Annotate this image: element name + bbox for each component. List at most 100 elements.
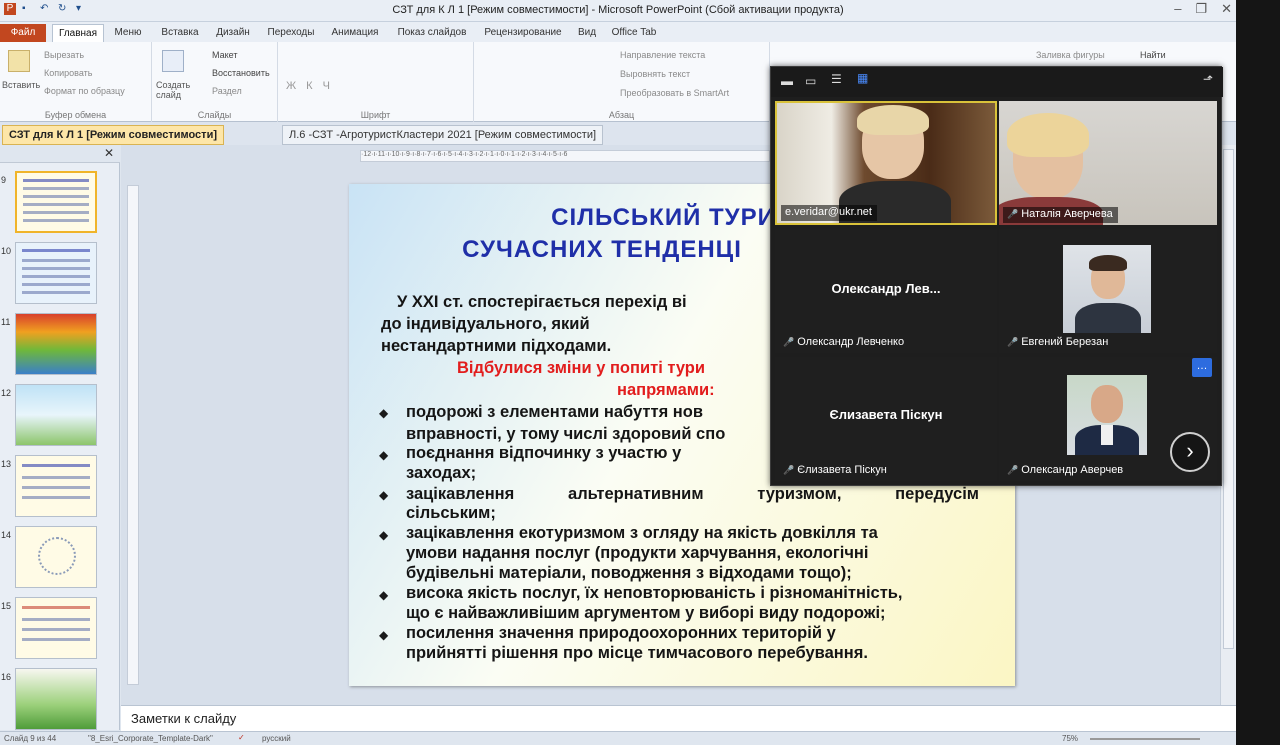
paragraph-group-label: Абзац xyxy=(608,110,635,120)
bullet-6-line2: прийнятті рішення про місце тимчасового … xyxy=(406,644,868,662)
more-options-button[interactable]: … xyxy=(1192,358,1212,377)
reset-button[interactable]: Восстановить xyxy=(212,68,270,78)
tab-animation[interactable]: Анимация xyxy=(326,24,384,42)
tab-slideshow[interactable]: Показ слайдов xyxy=(390,24,474,42)
video-tile[interactable]: Олександр Лев... 🎤 Олександр Левченко xyxy=(775,229,997,353)
close-pane-icon[interactable]: ✕ xyxy=(104,146,114,160)
thumbnails-header: ✕ xyxy=(0,145,120,163)
video-tile[interactable]: 🎤 Наталія Аверчева xyxy=(999,101,1217,225)
minimize-icon[interactable]: – xyxy=(1174,1,1181,17)
participant-name: Олександр Левченко xyxy=(797,336,905,348)
next-page-button[interactable]: › xyxy=(1170,432,1210,472)
tab-review[interactable]: Рецензирование xyxy=(480,24,566,42)
close-window-icon[interactable]: ✕ xyxy=(1221,1,1232,17)
minimize-view-icon[interactable]: ▬ xyxy=(781,74,793,88)
participant-display-name: Єлизавета Піскун xyxy=(829,407,943,422)
cut-button[interactable]: Вырезать xyxy=(44,50,84,60)
layout-button[interactable]: Макет xyxy=(212,50,237,60)
strip-view-icon[interactable]: ▭ xyxy=(805,74,816,88)
shape-fill-button[interactable]: Заливка фигуры xyxy=(1036,50,1105,60)
fullscreen-icon[interactable]: ⬏ xyxy=(1203,72,1213,86)
participant-name: Наталія Аверчева xyxy=(1021,208,1113,220)
tab-transitions[interactable]: Переходы xyxy=(262,24,320,42)
thumb-number: 15 xyxy=(1,601,12,611)
participant-name: Олександр Аверчев xyxy=(1021,464,1124,476)
intro-line2: до індивідуального, який xyxy=(381,315,590,333)
muted-mic-icon: 🎤 xyxy=(1007,465,1019,475)
speaker-view-icon[interactable]: ☰ xyxy=(831,72,842,86)
slide-thumbnail[interactable] xyxy=(15,526,97,588)
intro-line3: нестандартними підходами. xyxy=(381,337,612,355)
font-group: ЖКЧ Шрифт xyxy=(278,42,474,122)
tab-home[interactable]: Главная xyxy=(52,24,104,42)
vertical-scrollbar[interactable] xyxy=(1220,145,1236,705)
bullet-icon: ◆ xyxy=(379,406,389,420)
zoom-level[interactable]: 75% xyxy=(1062,734,1078,743)
bullet-icon: ◆ xyxy=(379,588,389,602)
scrollbar-thumb[interactable] xyxy=(1223,149,1234,649)
tab-design[interactable]: Дизайн xyxy=(210,24,256,42)
slide-thumbnail[interactable] xyxy=(15,384,97,446)
slide-thumbnail[interactable] xyxy=(15,455,97,517)
find-button[interactable]: Найти xyxy=(1140,50,1166,60)
participant-label: 🎤 Олександр Левченко xyxy=(779,335,909,351)
doc-tab-active[interactable]: СЗТ для К Л 1 [Режим совместимости] xyxy=(2,125,224,145)
smartart-button[interactable]: Преобразовать в SmartArt xyxy=(620,88,729,98)
muted-mic-icon: 🎤 xyxy=(1007,337,1019,347)
chevron-right-icon: › xyxy=(1186,438,1194,463)
bullet-icon: ◆ xyxy=(379,488,389,502)
participant-display-name: Олександр Лев... xyxy=(831,281,941,296)
restore-icon[interactable]: ❐ xyxy=(1195,1,1207,17)
thumb-number: 10 xyxy=(1,246,12,256)
language-indicator[interactable]: русский xyxy=(262,734,291,743)
slide-thumbnail[interactable] xyxy=(15,668,97,730)
align-text-button[interactable]: Выровнять текст xyxy=(620,69,690,79)
bullet-4-line1: зацікавлення екотуризмом з огляду на які… xyxy=(406,524,878,542)
format-painter-button[interactable]: Формат по образцу xyxy=(44,86,125,96)
slide-thumbnail[interactable] xyxy=(15,242,97,304)
font-format-buttons[interactable]: ЖКЧ xyxy=(286,80,340,92)
red-heading-line2: напрямами: xyxy=(617,381,715,399)
new-slide-button[interactable]: Создать слайд xyxy=(156,80,196,100)
participant-name: e.veridar@ukr.net xyxy=(781,205,877,221)
thumb-number: 9 xyxy=(1,175,7,185)
video-tile[interactable]: 🎤 Евгений Березан xyxy=(999,229,1217,353)
text-direction-button[interactable]: Направление текста xyxy=(620,50,705,60)
zoom-slider[interactable] xyxy=(1090,738,1200,740)
participant-name: Евгений Березан xyxy=(1021,336,1109,348)
video-call-toolbar: ▬ ▭ ☰ ▦ ⬏ xyxy=(771,67,1223,97)
notes-field[interactable]: Заметки к слайду xyxy=(121,705,1236,731)
slide-thumbnail[interactable] xyxy=(15,171,97,233)
paste-icon[interactable] xyxy=(8,50,30,72)
slides-group: Создать слайд Макет Восстановить Раздел … xyxy=(152,42,278,122)
slide-thumbnail[interactable] xyxy=(15,597,97,659)
new-slide-icon[interactable] xyxy=(162,50,184,72)
copy-button[interactable]: Копировать xyxy=(44,68,92,78)
screen-edge-bar xyxy=(1236,0,1280,745)
video-tile[interactable]: Єлизавета Піскун 🎤 Єлизавета Піскун xyxy=(775,357,997,481)
bullet-3-line2: сільським; xyxy=(406,504,496,522)
participant-video xyxy=(1063,245,1151,333)
section-button[interactable]: Раздел xyxy=(212,86,242,96)
tab-insert[interactable]: Вставка xyxy=(155,24,205,42)
slide-thumbnail[interactable] xyxy=(15,313,97,375)
theme-name: "8_Esri_Corporate_Template-Dark" xyxy=(88,734,213,743)
doc-tab-second[interactable]: Л.6 -СЗТ -АгротуристКластери 2021 [Режим… xyxy=(282,125,604,145)
thumb-number: 12 xyxy=(1,388,12,398)
thumb-number: 11 xyxy=(1,317,11,327)
spellcheck-icon[interactable]: ✓ xyxy=(238,733,245,742)
tab-file[interactable]: Файл xyxy=(0,24,46,42)
title-bar: P ▪ ↶ ↻ ▾ СЗТ для К Л 1 [Режим совместим… xyxy=(0,0,1236,22)
video-tile[interactable]: e.veridar@ukr.net xyxy=(775,101,997,225)
muted-mic-icon: 🎤 xyxy=(1007,209,1019,219)
gallery-view-icon[interactable]: ▦ xyxy=(857,71,868,85)
muted-mic-icon: 🎤 xyxy=(783,465,795,475)
tab-view[interactable]: Вид xyxy=(572,24,602,42)
paragraph-group: Направление текста Выровнять текст Преоб… xyxy=(474,42,770,122)
paste-button[interactable]: Вставить xyxy=(2,80,40,90)
tab-menu[interactable]: Меню xyxy=(108,24,148,42)
tab-office-tab[interactable]: Office Tab xyxy=(608,24,660,42)
bullet-4-line2: умови надання послуг (продукти харчуванн… xyxy=(406,544,869,562)
bullet-2-line1: поєднання відпочинку з участю у xyxy=(406,444,682,462)
participant-label: 🎤 Олександр Аверчев xyxy=(1003,463,1128,479)
